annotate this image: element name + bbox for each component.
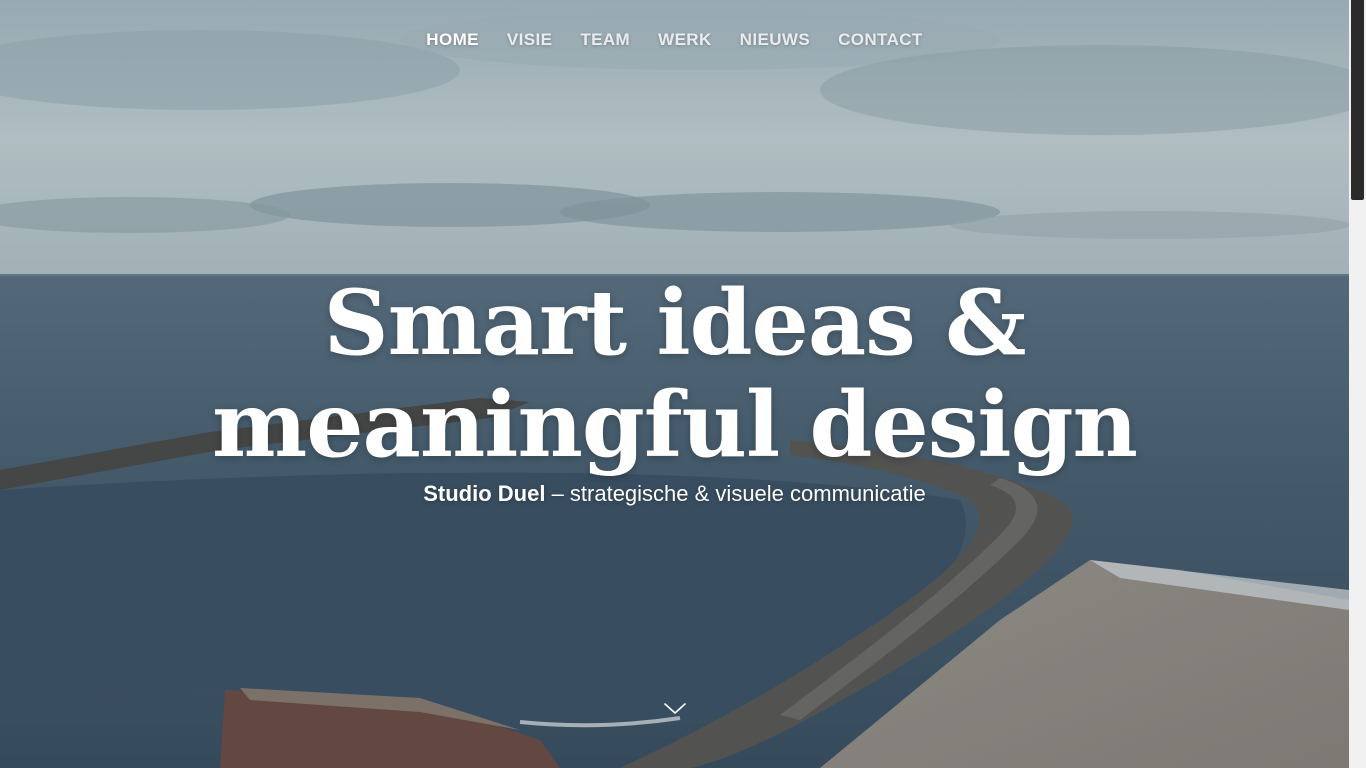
hero-subtitle-text: – strategische & visuele communicatie [545, 481, 926, 506]
nav-item-home[interactable]: HOME [426, 27, 479, 53]
hero-subtitle-brand: Studio Duel [423, 481, 546, 506]
hero-subtitle: Studio Duel – strategische & visuele com… [0, 480, 1349, 508]
hero-headline: Smart ideas & meaningful design [0, 272, 1349, 476]
main-navigation: HOME VISIE TEAM WERK NIEUWS CONTACT [0, 27, 1349, 53]
scrollbar-thumb[interactable] [1351, 0, 1364, 200]
nav-item-visie[interactable]: VISIE [507, 27, 552, 53]
nav-item-contact[interactable]: CONTACT [838, 27, 923, 53]
nav-item-team[interactable]: TEAM [580, 27, 630, 53]
page-scrollbar[interactable] [1349, 0, 1366, 768]
scroll-down-button[interactable] [663, 700, 687, 716]
hero-section: HOME VISIE TEAM WERK NIEUWS CONTACT Smar… [0, 0, 1349, 768]
nav-item-nieuws[interactable]: NIEUWS [740, 27, 810, 53]
chevron-down-icon [664, 703, 686, 714]
hero-headline-line-1: Smart ideas & [323, 270, 1027, 376]
hero-headline-line-2: meaningful design [212, 372, 1138, 478]
nav-item-werk[interactable]: WERK [658, 27, 712, 53]
